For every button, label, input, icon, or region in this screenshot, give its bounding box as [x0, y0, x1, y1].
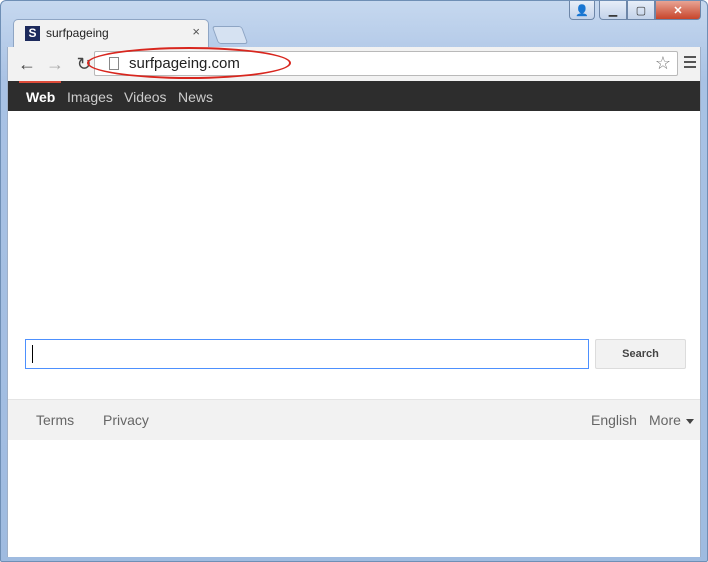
language-link[interactable]: English	[591, 412, 637, 428]
active-tab-indicator	[19, 81, 61, 83]
maximize-button[interactable]: ▢	[627, 1, 655, 20]
more-menu[interactable]: More	[649, 412, 694, 428]
close-window-button[interactable]: ✕	[655, 1, 701, 20]
search-button[interactable]: Search	[595, 339, 686, 369]
minimize-button[interactable]: ▁	[599, 1, 627, 20]
browser-window: S surfpageing × 👤 ▁ ▢ ✕ ← → ↻ surfpagein…	[0, 0, 708, 562]
site-favicon-icon: S	[25, 26, 40, 41]
nav-item-images[interactable]: Images	[67, 89, 113, 105]
page-icon	[109, 57, 119, 70]
tab-strip: S surfpageing × 👤 ▁ ▢ ✕	[1, 1, 707, 47]
footer: Terms Privacy English More	[8, 399, 700, 440]
text-cursor	[32, 345, 33, 363]
chrome-menu-icon[interactable]	[684, 56, 696, 71]
tab-title: surfpageing	[46, 26, 109, 40]
forward-arrow-icon[interactable]: →	[45, 54, 65, 75]
nav-item-web[interactable]: Web	[26, 89, 55, 105]
top-nav-bar: Web Images Videos News	[8, 81, 700, 111]
terms-link[interactable]: Terms	[36, 412, 74, 428]
url-text[interactable]: surfpageing.com	[129, 55, 240, 72]
nav-item-videos[interactable]: Videos	[124, 89, 167, 105]
window-controls: 👤 ▁ ▢ ✕	[569, 1, 701, 21]
reload-icon[interactable]: ↻	[74, 54, 94, 75]
user-profile-icon[interactable]: 👤	[569, 1, 595, 20]
browser-toolbar: ← → ↻ surfpageing.com ☆	[7, 47, 701, 81]
caret-down-icon	[685, 418, 694, 424]
page-content: Web Images Videos News Search Terms Priv…	[7, 81, 701, 557]
privacy-link[interactable]: Privacy	[103, 412, 149, 428]
more-label: More	[649, 412, 681, 428]
nav-item-news[interactable]: News	[178, 89, 213, 105]
back-arrow-icon[interactable]: ←	[17, 54, 37, 75]
new-tab-button[interactable]	[211, 26, 249, 44]
address-bar[interactable]: surfpageing.com ☆	[94, 51, 678, 76]
tab-close-icon[interactable]: ×	[192, 24, 200, 39]
bookmark-star-icon[interactable]: ☆	[655, 53, 671, 74]
search-input[interactable]	[25, 339, 589, 369]
browser-tab[interactable]: S surfpageing ×	[13, 19, 209, 47]
